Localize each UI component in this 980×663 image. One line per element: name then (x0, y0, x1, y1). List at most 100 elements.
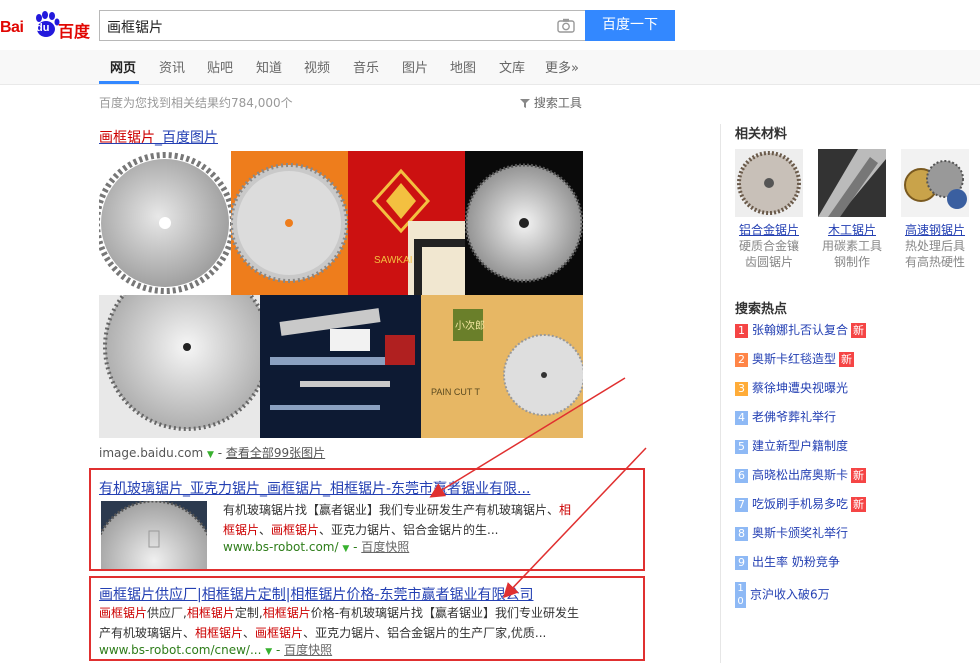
new-badge: 新 (851, 497, 867, 512)
hot-search-item[interactable]: 4 老佛爷葬礼举行 (735, 408, 836, 428)
hot-search-text[interactable]: 奥斯卡颁奖礼举行 (752, 526, 848, 540)
thumb-label-paincut: PAIN CUT T (431, 387, 481, 397)
logo-text-du: du (36, 22, 50, 34)
hot-rank-badge: 3 (735, 381, 748, 396)
logo-text-bai: Bai (0, 19, 24, 36)
active-tab-indicator (99, 81, 139, 84)
snippet-text: 、 (259, 523, 272, 537)
camera-icon[interactable] (557, 18, 575, 33)
hot-search-item[interactable]: 10 京沪收入破6万 (735, 582, 830, 608)
image-thumb-3[interactable]: SAWKAI (348, 151, 465, 295)
image-thumb-7[interactable]: 小次郎 PAIN CUT T (421, 295, 583, 438)
search-tools-label: 搜索工具 (533, 96, 582, 110)
hot-search-item[interactable]: 5 建立新型户籍制度 (735, 437, 848, 457)
image-thumb-5[interactable] (99, 295, 260, 438)
result-2-title[interactable]: 画框锯片供应厂|相框锯片定制|相框锯片价格-东莞市赢者锯业有限公司 (99, 584, 533, 604)
logo-text-cn: 百度 (58, 22, 91, 41)
image-title-rest: _百度图片 (155, 130, 218, 146)
related-item-desc: 硬质合金镶 (738, 239, 799, 253)
search-tools[interactable]: 搜索工具 (520, 94, 582, 111)
search-input[interactable]: 画框锯片 (99, 10, 585, 41)
related-item-desc: 有高热硬性 (904, 255, 965, 269)
result-1-cache-link[interactable]: 百度快照 (361, 540, 409, 554)
hot-search-heading: 搜索热点 (735, 302, 788, 317)
related-item-name[interactable]: 高速钢锯片 (900, 221, 970, 238)
image-thumb-6[interactable] (260, 295, 421, 438)
related-item-woodwork[interactable]: 木工锯片 用碳素工具 钢制作 (817, 149, 887, 270)
tab-images[interactable]: 图片 (402, 57, 428, 76)
hot-search-item[interactable]: 7 吃饭刷手机易多吃新 (735, 495, 867, 515)
search-result-2: 画框锯片供应厂|相框锯片定制|相框锯片价格-东莞市赢者锯业有限公司 画框锯片供应… (89, 576, 645, 661)
hot-search-item[interactable]: 6 高晓松出席奥斯卡新 (735, 466, 867, 486)
search-button[interactable]: 百度一下 (585, 10, 675, 41)
related-item-image[interactable] (735, 149, 803, 217)
image-thumb-4[interactable] (465, 151, 583, 295)
hot-rank-badge: 6 (735, 468, 748, 483)
hot-search-text[interactable]: 高晓松出席奥斯卡 (752, 468, 848, 482)
related-item-hss[interactable]: 高速钢锯片 热处理后具 有高热硬性 (900, 149, 970, 270)
dropdown-caret-icon[interactable]: ▼ (265, 647, 272, 657)
hot-rank-badge: 7 (735, 497, 748, 512)
hot-search-item[interactable]: 9 出生率 奶粉竞争 (735, 553, 840, 573)
result-1-title[interactable]: 有机玻璃锯片_亚克力锯片_画框锯片_相框锯片-东莞市赢者锯业有限... (99, 478, 530, 498)
tab-more[interactable]: 更多» (545, 57, 579, 76)
hot-rank-badge: 2 (735, 352, 748, 367)
keyword-highlight: 画框锯片 (255, 626, 304, 640)
hot-search-item[interactable]: 8 奥斯卡颁奖礼举行 (735, 524, 848, 544)
tab-wenku[interactable]: 文库 (499, 57, 525, 76)
related-item-image[interactable] (901, 149, 969, 217)
hot-search-item[interactable]: 2 奥斯卡红毯造型新 (735, 350, 855, 370)
hot-search-text[interactable]: 蔡徐坤遭央视曝光 (752, 381, 848, 395)
keyword-highlight: 相框锯片 (195, 626, 244, 640)
tab-web[interactable]: 网页 (110, 57, 136, 76)
result-2-cache-link[interactable]: 百度快照 (284, 643, 332, 657)
hot-search-text[interactable]: 奥斯卡红毯造型 (752, 352, 836, 366)
filter-icon (520, 99, 530, 108)
tab-tieba[interactable]: 贴吧 (207, 57, 233, 76)
tab-music[interactable]: 音乐 (353, 57, 379, 76)
tab-video[interactable]: 视频 (304, 57, 330, 76)
thumb-label-box: 小次郎 (455, 321, 485, 332)
related-item-desc: 钢制作 (833, 255, 870, 269)
result-1-url[interactable]: www.bs-robot.com/ (223, 540, 339, 554)
image-source-url: image.baidu.com (99, 446, 204, 460)
hot-search-text[interactable]: 老佛爷葬礼举行 (752, 410, 836, 424)
hot-rank-badge: 8 (735, 526, 748, 541)
hot-rank-badge: 1 (735, 323, 748, 338)
tab-news[interactable]: 资讯 (159, 57, 185, 76)
result-1-url-line: www.bs-robot.com/ ▼ - 百度快照 (223, 540, 410, 554)
new-badge: 新 (851, 323, 867, 338)
result-2-snippet: 画框锯片供应厂,相框锯片定制,相框锯片价格-有机玻璃锯片找【赢者锯业】我们专业研… (99, 603, 581, 643)
result-2-url[interactable]: www.bs-robot.com/cnew/... (99, 643, 261, 657)
related-item-desc: 齿圆锯片 (744, 255, 793, 269)
hot-search-item[interactable]: 1 张翰娜扎否认复合新 (735, 321, 867, 341)
sidebar-divider (720, 124, 721, 663)
hot-search-text[interactable]: 建立新型户籍制度 (752, 439, 848, 453)
related-item-desc: 用碳素工具 (821, 239, 882, 253)
thumb-label-sawkai: SAWKAI (374, 255, 413, 266)
image-result-title[interactable]: 画框锯片_百度图片 (99, 127, 218, 147)
view-all-images-link[interactable]: 查看全部99张图片 (226, 446, 325, 460)
related-item-aluminum[interactable]: 铝合金锯片 硬质合金镶 齿圆锯片 (734, 149, 804, 270)
related-item-image[interactable] (818, 149, 886, 217)
tab-zhidao[interactable]: 知道 (256, 57, 282, 76)
image-thumb-2[interactable] (231, 151, 348, 295)
hot-search-text[interactable]: 吃饭刷手机易多吃 (752, 497, 848, 511)
dropdown-caret-icon[interactable]: ▼ (207, 450, 214, 460)
result-1-thumb[interactable] (101, 501, 207, 569)
image-thumb-1[interactable] (99, 151, 231, 295)
related-item-name[interactable]: 铝合金锯片 (734, 221, 804, 238)
image-source: image.baidu.com ▼ - 查看全部99张图片 (99, 446, 326, 460)
hot-search-text[interactable]: 出生率 奶粉竞争 (752, 555, 840, 569)
baidu-logo[interactable]: Bai du 百度 (0, 6, 92, 41)
hot-search-text[interactable]: 张翰娜扎否认复合 (752, 323, 848, 337)
related-item-name[interactable]: 木工锯片 (817, 221, 887, 238)
hot-search-text[interactable]: 京沪收入破6万 (750, 588, 830, 602)
snippet-text: 、 (243, 626, 256, 640)
dropdown-caret-icon[interactable]: ▼ (342, 544, 349, 554)
tab-map[interactable]: 地图 (450, 57, 476, 76)
search-result-1: 有机玻璃锯片_亚克力锯片_画框锯片_相框锯片-东莞市赢者锯业有限... 有机玻璃… (89, 468, 645, 571)
snippet-text: 、亚克力锯片、铝合金锯片的生产厂家,优质... (303, 626, 547, 640)
hot-search-item[interactable]: 3 蔡徐坤遭央视曝光 (735, 379, 848, 399)
snippet-text: 定制, (234, 606, 263, 620)
